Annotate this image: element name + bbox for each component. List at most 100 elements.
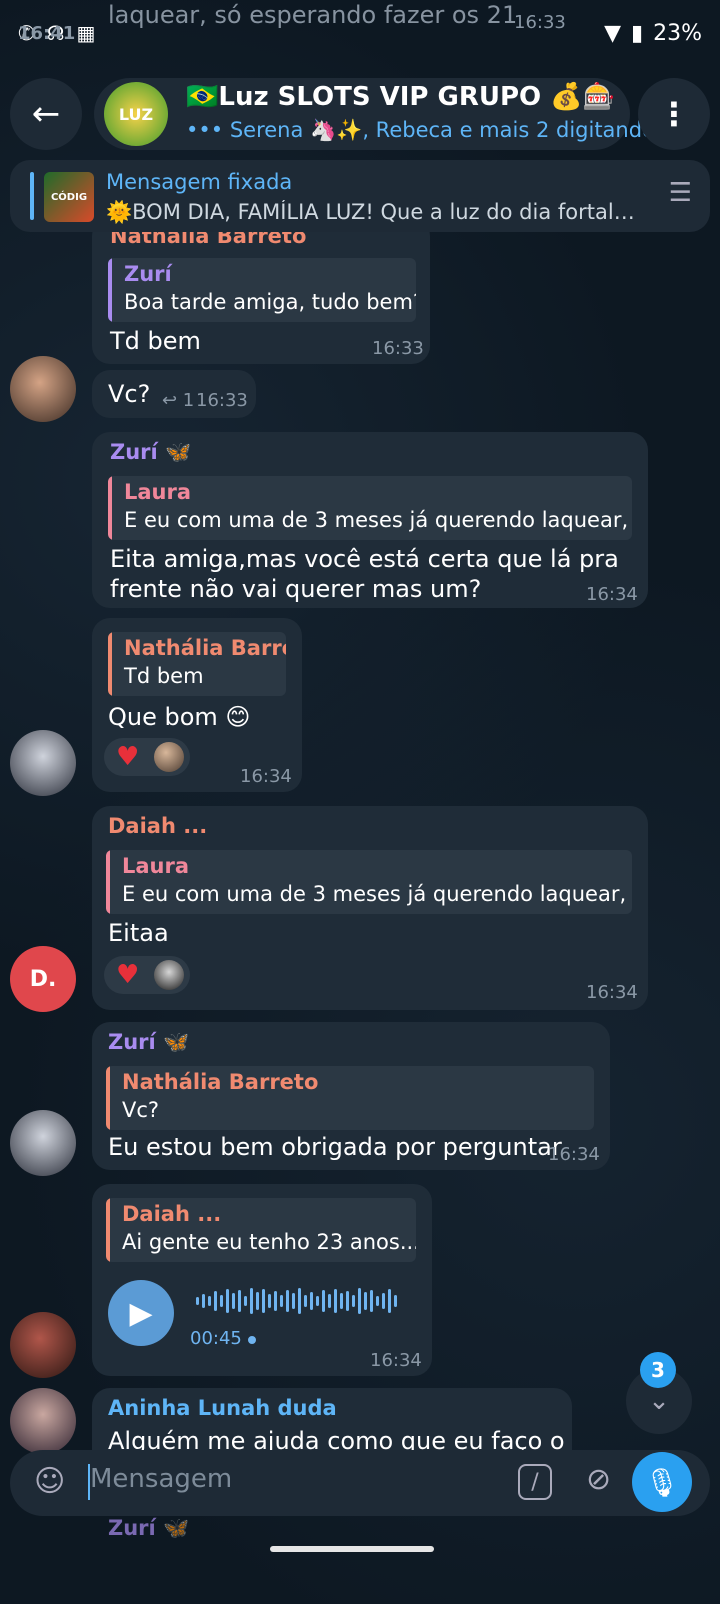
play-button[interactable]: ▶ xyxy=(108,1280,174,1346)
reply-sender: Zurí xyxy=(124,262,172,286)
emoji-button[interactable]: ☺ xyxy=(34,1464,65,1499)
message-input[interactable]: Mensagem xyxy=(90,1464,232,1494)
reply-preview[interactable]: Daiah ... Ai gente eu tenho 23 anos... xyxy=(106,1198,416,1262)
pinned-indicator xyxy=(30,172,34,220)
reply-bar xyxy=(108,258,112,322)
reply-preview[interactable]: Zurí Boa tarde amiga, tudo bem? xyxy=(108,258,416,322)
play-icon: ▶ xyxy=(129,1295,153,1331)
waveform-bar xyxy=(292,1293,295,1309)
attach-button[interactable]: ⊘ xyxy=(586,1462,611,1497)
voice-message-bubble[interactable]: Daiah ... Ai gente eu tenho 23 anos... ▶… xyxy=(92,1184,432,1376)
avatar[interactable] xyxy=(10,356,76,422)
chevron-down-icon: ⌄ xyxy=(648,1386,670,1416)
message-text-line2: frente não vai querer mas um? xyxy=(110,575,482,603)
message-text: Eu estou bem obrigada por perguntar xyxy=(108,1133,562,1161)
message-sender: Zurí 🦋 xyxy=(108,1030,190,1054)
reply-bar xyxy=(106,850,110,914)
group-avatar[interactable]: LUZ xyxy=(104,82,168,146)
message-time: 16:34 xyxy=(240,766,292,787)
pinned-text: 🌞BOM DIA, FAMÍLIA LUZ! Que a luz do dia … xyxy=(106,200,646,224)
message-time: 16:34 xyxy=(586,584,638,605)
avatar[interactable] xyxy=(10,1312,76,1378)
reply-preview[interactable]: Nathália Barreto Td bem xyxy=(108,632,286,696)
reply-sender: Nathália Barreto xyxy=(124,636,286,660)
reply-text: Td bem xyxy=(124,664,204,688)
reply-text: E eu com uma de 3 meses já querendo laqu… xyxy=(122,882,632,906)
wifi-icon: ▼ xyxy=(604,20,621,46)
reaction-avatar xyxy=(154,960,184,990)
waveform-bar xyxy=(226,1289,229,1313)
reply-count[interactable]: ↩ 1 xyxy=(162,390,194,411)
waveform-bar xyxy=(382,1293,385,1309)
unplayed-dot xyxy=(248,1336,256,1344)
arrow-left-icon: ← xyxy=(31,94,61,134)
waveform-bar xyxy=(316,1296,319,1306)
reaction-avatar xyxy=(154,742,184,772)
reply-sender: Nathália Barreto xyxy=(122,1070,319,1094)
message-time: 16:34 xyxy=(370,1350,422,1371)
pin-list-icon[interactable]: ☰ xyxy=(669,178,692,208)
back-button[interactable]: ← xyxy=(10,78,82,150)
avatar[interactable] xyxy=(10,730,76,796)
home-indicator[interactable] xyxy=(270,1546,434,1552)
battery-icon: ▮ xyxy=(630,20,644,46)
waveform-bar xyxy=(346,1291,349,1311)
message-bubble[interactable]: Zurí 🦋 Laura E eu com uma de 3 meses já … xyxy=(92,432,648,608)
voice-record-button[interactable]: 🎙 xyxy=(632,1452,692,1512)
chat-title-area[interactable]: LUZ 🇧🇷Luz SLOTS VIP GRUPO 💰🎰 ••• Serena … xyxy=(94,78,655,150)
audio-waveform[interactable] xyxy=(196,1286,397,1316)
message-text: Eitaa xyxy=(108,919,169,947)
voice-duration: 00:45 xyxy=(190,1328,242,1349)
avatar[interactable]: D. xyxy=(10,946,76,1012)
reply-preview[interactable]: Laura E eu com uma de 3 meses já querend… xyxy=(106,850,632,914)
message-bubble[interactable]: Nathália Barreto Zurí Boa tarde amiga, t… xyxy=(92,218,430,364)
more-options-button[interactable]: ⋮ xyxy=(638,78,710,150)
message-bubble[interactable]: Nathália Barreto Td bem Que bom 😊 ♥ 16:3… xyxy=(92,618,302,792)
unread-badge: 3 xyxy=(640,1352,676,1388)
message-bubble[interactable]: Vc? ↩ 1 16:33 xyxy=(92,370,256,418)
reply-text: Vc? xyxy=(122,1098,160,1122)
reply-preview[interactable]: Laura E eu com uma de 3 meses já querend… xyxy=(108,476,632,540)
waveform-bar xyxy=(364,1292,367,1310)
message-time: 16:34 xyxy=(586,982,638,1003)
pinned-label: Mensagem fixada xyxy=(106,170,293,194)
message-bubble[interactable]: Zurí 🦋 Nathália Barreto Vc? Eu estou bem… xyxy=(92,1022,610,1170)
message-bubble[interactable]: Daiah ... Laura E eu com uma de 3 meses … xyxy=(92,806,648,1010)
message-text-line1: Eita amiga,mas você está certa que lá pr… xyxy=(110,545,619,573)
waveform-bar xyxy=(310,1292,313,1310)
reply-bar xyxy=(108,632,112,696)
microphone-icon: 🎙 xyxy=(644,1465,680,1499)
message-text: Td bem xyxy=(110,327,201,355)
message-time: 16:34 xyxy=(548,1144,600,1165)
waveform-bar xyxy=(256,1292,259,1310)
reply-sender: Daiah ... xyxy=(122,1202,222,1226)
reply-text: E eu com uma de 3 meses já querendo laqu… xyxy=(124,508,632,532)
reply-preview[interactable]: Nathália Barreto Vc? xyxy=(106,1066,594,1130)
waveform-bar xyxy=(358,1288,361,1314)
reply-sender: Laura xyxy=(122,854,190,878)
waveform-bar xyxy=(244,1296,247,1306)
battery-level: 23% xyxy=(653,20,702,46)
reply-sender: Laura xyxy=(124,480,192,504)
bot-commands-button[interactable]: / xyxy=(518,1464,552,1500)
waveform-bar xyxy=(340,1293,343,1309)
reply-bar xyxy=(106,1198,110,1262)
waveform-bar xyxy=(232,1293,235,1309)
avatar[interactable] xyxy=(10,1110,76,1176)
message-bubble[interactable]: Aninha Lunah duda Alguém me ajuda como q… xyxy=(92,1388,572,1458)
waveform-bar xyxy=(370,1290,373,1312)
waveform-bar xyxy=(394,1295,397,1307)
pinned-message[interactable]: CÓDIG Mensagem fixada 🌞BOM DIA, FAMÍLIA … xyxy=(10,160,710,232)
reply-bar xyxy=(108,476,112,540)
chat-header: ← LUZ 🇧🇷Luz SLOTS VIP GRUPO 💰🎰 ••• Seren… xyxy=(10,78,710,150)
group-title: 🇧🇷Luz SLOTS VIP GRUPO 💰🎰 xyxy=(186,82,615,112)
reaction-chip[interactable]: ♥ xyxy=(104,956,190,994)
avatar[interactable] xyxy=(10,1388,76,1454)
status-bar: 16:41 ✆ ☊ ▦ ▼ ▮ 23% xyxy=(0,0,720,66)
calendar-icon: ▦ xyxy=(76,21,96,45)
pinned-thumbnail: CÓDIG xyxy=(44,172,94,222)
heart-icon: ♥ xyxy=(116,742,140,772)
waveform-bar xyxy=(304,1295,307,1307)
reply-text: Ai gente eu tenho 23 anos... xyxy=(122,1230,416,1254)
reaction-chip[interactable]: ♥ xyxy=(104,738,190,776)
